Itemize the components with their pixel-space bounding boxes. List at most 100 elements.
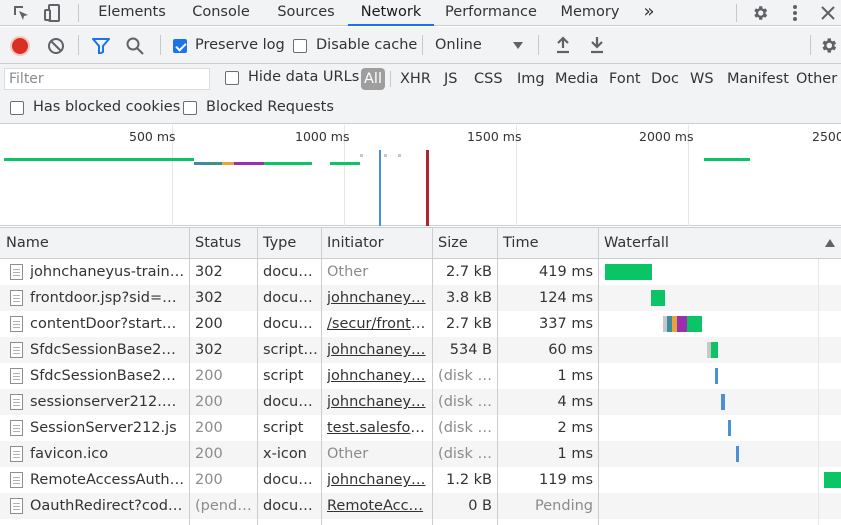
type-filter-img[interactable]: Img [517, 68, 545, 90]
column-header-status[interactable]: Status [189, 228, 241, 259]
cell-name: sessionserver212.html [30, 394, 185, 410]
table-row[interactable]: johnchaneyus-traini… 302 docu… Other 2.7 kB 4… [0, 259, 841, 285]
cell-initiator[interactable]: johnchaney… [327, 467, 427, 493]
tab-console[interactable]: Console [182, 0, 260, 26]
settings-gear-icon[interactable] [748, 0, 772, 26]
import-har-icon[interactable] [555, 36, 571, 58]
cell-status: 200 [195, 446, 223, 462]
network-settings-gear-icon[interactable] [819, 36, 838, 59]
preserve-log-checkbox[interactable] [173, 39, 187, 53]
cell-type: docu… [263, 498, 313, 514]
column-header-type[interactable]: Type [257, 228, 296, 259]
disable-cache-checkbox[interactable] [293, 39, 307, 53]
table-row[interactable]: favicon.ico 200 x-icon Other (disk … 1 ms [0, 441, 841, 467]
tab-elements[interactable]: Elements [90, 0, 174, 26]
has-blocked-cookies-checkbox[interactable] [10, 101, 24, 115]
column-divider [257, 227, 258, 525]
type-filter-xhr[interactable]: XHR [400, 68, 431, 90]
throttling-select[interactable]: Online [435, 37, 482, 53]
table-row[interactable]: SfdcSessionBase20… 200 script johnchaney… (d… [0, 363, 841, 389]
overview-tick-label: 500 ms [129, 129, 176, 144]
waterfall-bar [721, 394, 725, 410]
column-header-size[interactable]: Size [432, 228, 468, 259]
column-header-time[interactable]: Time [497, 228, 539, 259]
cell-initiator[interactable]: johnchaney… [327, 363, 427, 389]
table-row[interactable]: frontdoor.jsp?sid=00… 302 docu… johnchaney…… [0, 285, 841, 311]
chevron-down-icon[interactable] [513, 42, 523, 49]
more-options-icon[interactable] [784, 0, 806, 26]
tab-network[interactable]: Network [348, 0, 434, 26]
cell-type: script [263, 420, 304, 436]
hide-data-urls-checkbox[interactable] [225, 71, 239, 85]
cell-time: 60 ms [548, 342, 593, 358]
cell-initiator[interactable]: johnchaney… [327, 285, 427, 311]
cell-status: 200 [195, 316, 223, 332]
filter-funnel-icon[interactable] [92, 38, 110, 58]
cell-status: (pendi… [195, 498, 255, 514]
close-icon[interactable] [816, 0, 840, 26]
cell-name: favicon.ico [30, 446, 109, 462]
table-row[interactable]: RemoteAccessAuth… 200 docu… johnchaney… 1.2 … [0, 467, 841, 493]
toolbar-divider [160, 35, 161, 55]
toolbar-divider [736, 4, 737, 22]
overview-request-bar [4, 158, 194, 161]
type-filter-all[interactable]: All [361, 68, 385, 90]
overview-request-bar [330, 162, 360, 165]
type-filter-other[interactable]: Other [796, 68, 837, 90]
sort-ascending-icon[interactable] [825, 239, 835, 247]
type-filter-js[interactable]: JS [444, 68, 457, 90]
export-har-icon[interactable] [589, 36, 605, 58]
type-filter-manifest[interactable]: Manifest [727, 68, 789, 90]
cell-initiator[interactable]: RemoteAcc… [327, 493, 427, 519]
more-tabs-button[interactable]: » [636, 0, 662, 26]
record-button[interactable] [12, 38, 28, 54]
column-header-initiator[interactable]: Initiator [321, 228, 384, 259]
type-filter-font[interactable]: Font [609, 68, 641, 90]
inspect-element-icon[interactable] [10, 0, 32, 26]
cell-initiator[interactable]: /secur/frontd… [327, 311, 427, 337]
filter-input[interactable] [4, 68, 210, 90]
device-toolbar-icon[interactable] [42, 0, 66, 26]
cell-time: 2 ms [557, 420, 593, 436]
tab-performance[interactable]: Performance [438, 0, 544, 26]
table-row[interactable]: contentDoor?startU… 200 docu… /secur/frontd… [0, 311, 841, 337]
table-row[interactable]: sessionserver212.html 200 docu… johnchaney…… [0, 389, 841, 415]
column-header-name[interactable]: Name [0, 228, 49, 259]
cell-status: 302 [195, 264, 223, 280]
type-filter-css[interactable]: CSS [474, 68, 503, 90]
cell-name: frontdoor.jsp?sid=00… [30, 290, 185, 306]
table-row[interactable]: OauthRedirect?code… (pendi… docu… RemoteAcc… [0, 493, 841, 519]
cell-initiator[interactable]: test.salesfor… [327, 415, 427, 441]
file-document-icon [10, 290, 23, 306]
toolbar-divider [810, 35, 811, 55]
cell-initiator: Other [327, 264, 369, 280]
timeline-overview[interactable]: 500 ms 1000 ms 1500 ms 2000 ms 2500 [0, 125, 841, 226]
column-header-waterfall[interactable]: Waterfall [598, 228, 669, 259]
type-filter-media[interactable]: Media [555, 68, 599, 90]
column-divider [432, 227, 433, 525]
tab-memory[interactable]: Memory [552, 0, 628, 26]
cell-size: 3.8 kB [445, 290, 492, 306]
table-row[interactable]: SfdcSessionBase20… 302 script… johnchaney… 5… [0, 337, 841, 363]
tab-sources[interactable]: Sources [268, 0, 344, 26]
table-header: Name Status Type Initiator Size Time Wat… [0, 227, 841, 259]
column-divider [189, 227, 190, 525]
search-icon[interactable] [126, 37, 144, 59]
column-divider [321, 227, 322, 525]
cell-type: docu… [263, 316, 313, 332]
overview-request-bar [222, 162, 234, 165]
requests-table: Name Status Type Initiator Size Time Wat… [0, 227, 841, 525]
cell-time: Pending [535, 498, 593, 514]
type-filter-ws[interactable]: WS [690, 68, 714, 90]
disable-cache-label: Disable cache [316, 37, 418, 53]
cell-initiator[interactable]: johnchaney… [327, 337, 427, 363]
blocked-requests-checkbox[interactable] [183, 101, 197, 115]
cell-status: 302 [195, 342, 223, 358]
table-row[interactable]: SessionServer212.js 200 script test.salesfo… [0, 415, 841, 441]
type-filter-doc[interactable]: Doc [651, 68, 679, 90]
cell-status: 200 [195, 394, 223, 410]
cell-initiator[interactable]: johnchaney… [327, 389, 427, 415]
network-toolbar: Preserve log Disable cache Online [0, 27, 841, 64]
cell-type: docu… [263, 472, 313, 488]
clear-icon[interactable] [47, 37, 65, 59]
